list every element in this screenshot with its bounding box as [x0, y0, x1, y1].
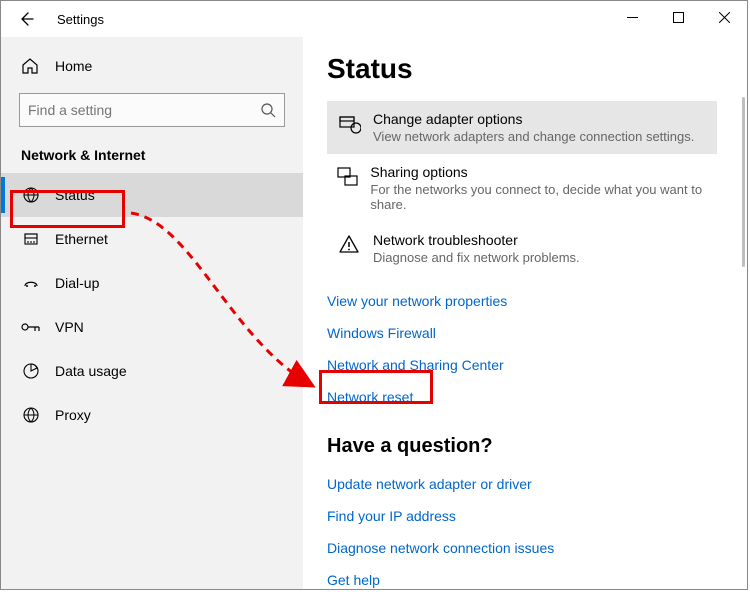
options-list: Change adapter options View network adapt… [327, 101, 747, 275]
link-find-your-ip-address[interactable]: Find your IP address [327, 500, 456, 532]
question-heading: Have a question? [327, 435, 747, 458]
link-network-and-sharing-center[interactable]: Network and Sharing Center [327, 349, 504, 381]
dialup-icon [21, 274, 41, 292]
nav-item-label: Proxy [55, 407, 91, 423]
nav-item-label: VPN [55, 319, 84, 335]
proxy-icon [21, 406, 41, 424]
nav-item-data-usage[interactable]: Data usage [1, 349, 303, 393]
link-get-help[interactable]: Get help [327, 564, 380, 589]
option-title: Network troubleshooter [373, 232, 580, 248]
nav-list: Status Ethernet Dial-up VPN Data usage Proxy [1, 173, 303, 437]
link-diagnose-network-connection-issues[interactable]: Diagnose network connection issues [327, 532, 554, 564]
category-title: Network & Internet [1, 141, 303, 173]
option-network-troubleshooter[interactable]: Network troubleshooter Diagnose and fix n… [327, 222, 717, 275]
option-title: Sharing options [370, 164, 707, 180]
link-update-network-adapter-or-driver[interactable]: Update network adapter or driver [327, 468, 532, 500]
window-controls [609, 1, 747, 33]
data-icon [21, 362, 41, 380]
close-icon [719, 12, 730, 23]
globe-status-icon [21, 186, 41, 204]
option-title: Change adapter options [373, 111, 694, 127]
settings-window: Settings Home [0, 0, 748, 590]
option-desc: View network adapters and change connect… [373, 129, 694, 144]
adapter-icon [335, 113, 363, 135]
links-group-b: Update network adapter or driverFind you… [327, 468, 747, 589]
link-network-reset[interactable]: Network reset [327, 381, 413, 413]
nav-item-label: Data usage [55, 363, 127, 379]
link-windows-firewall[interactable]: Windows Firewall [327, 317, 436, 349]
home-label: Home [55, 58, 92, 74]
maximize-button[interactable] [655, 1, 701, 33]
vpn-icon [21, 320, 41, 334]
home-nav[interactable]: Home [1, 47, 303, 85]
sidebar: Home Network & Internet Status Ethernet Di… [1, 37, 303, 589]
links-group-a: View your network propertiesWindows Fire… [327, 285, 747, 413]
warning-icon [335, 234, 363, 254]
maximize-icon [673, 12, 684, 23]
scrollbar[interactable] [742, 97, 745, 267]
option-sharing-options[interactable]: Sharing options For the networks you conn… [327, 154, 717, 222]
nav-item-proxy[interactable]: Proxy [1, 393, 303, 437]
ethernet-icon [21, 230, 41, 248]
back-button[interactable] [11, 4, 41, 34]
arrow-left-icon [18, 11, 34, 27]
close-button[interactable] [701, 1, 747, 33]
nav-item-label: Ethernet [55, 231, 108, 247]
page-heading: Status [327, 53, 747, 85]
option-change-adapter-options[interactable]: Change adapter options View network adapt… [327, 101, 717, 154]
option-desc: Diagnose and fix network problems. [373, 250, 580, 265]
window-body: Home Network & Internet Status Ethernet Di… [1, 37, 747, 589]
search-icon [261, 103, 276, 118]
nav-item-vpn[interactable]: VPN [1, 305, 303, 349]
minimize-button[interactable] [609, 1, 655, 33]
window-title: Settings [57, 12, 104, 27]
link-view-your-network-properties[interactable]: View your network properties [327, 285, 507, 317]
nav-item-status[interactable]: Status [1, 173, 303, 217]
nav-item-label: Status [55, 187, 95, 203]
minimize-icon [627, 12, 638, 23]
nav-item-dial-up[interactable]: Dial-up [1, 261, 303, 305]
main-panel: Status Change adapter options View networ… [303, 37, 747, 589]
option-desc: For the networks you connect to, decide … [370, 182, 707, 212]
search-box[interactable] [19, 93, 285, 127]
nav-item-label: Dial-up [55, 275, 99, 291]
titlebar: Settings [1, 1, 747, 37]
search-input[interactable] [28, 102, 261, 118]
sharing-icon [335, 166, 360, 188]
nav-item-ethernet[interactable]: Ethernet [1, 217, 303, 261]
home-icon [21, 57, 41, 75]
